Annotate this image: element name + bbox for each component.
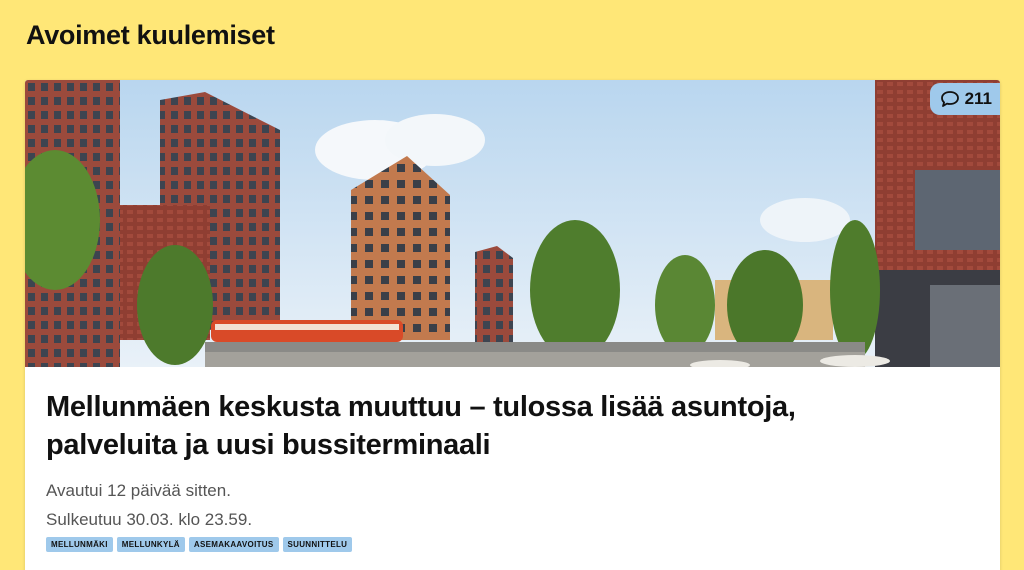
tag-mellunmaki[interactable]: MELLUNMÄKI [46,537,113,552]
speech-bubble-icon [940,90,960,108]
tag-asemakaavoitus[interactable]: ASEMAKAAVOITUS [188,537,279,552]
tag-mellunkyla[interactable]: MELLUNKYLÄ [116,537,185,552]
section-title: Avoimet kuulemiset [26,20,275,50]
hearing-title-line-2: palveluita ja uusi bussiterminaali [46,429,491,461]
hearing-card[interactable]: 211 Mellunmäen keskusta muuttuu – tuloss… [25,80,1000,570]
comment-count-badge[interactable]: 211 [929,83,1000,115]
hearing-title-line-1: Mellunmäen keskusta muuttuu – tulossa li… [46,391,796,423]
hearing-title[interactable]: Mellunmäen keskusta muuttuu – tulossa li… [46,388,976,464]
hero-image[interactable]: 211 [25,80,1000,367]
comment-count: 211 [964,89,992,108]
tag-list: MELLUNMÄKI MELLUNKYLÄ ASEMAKAAVOITUS SUU… [46,537,353,552]
opened-text: Avautui 12 päivää sitten. [46,481,231,500]
tag-suunnittelu[interactable]: SUUNNITTELU [282,537,353,552]
closes-text: Sulkeutuu 30.03. klo 23.59. [46,510,253,529]
